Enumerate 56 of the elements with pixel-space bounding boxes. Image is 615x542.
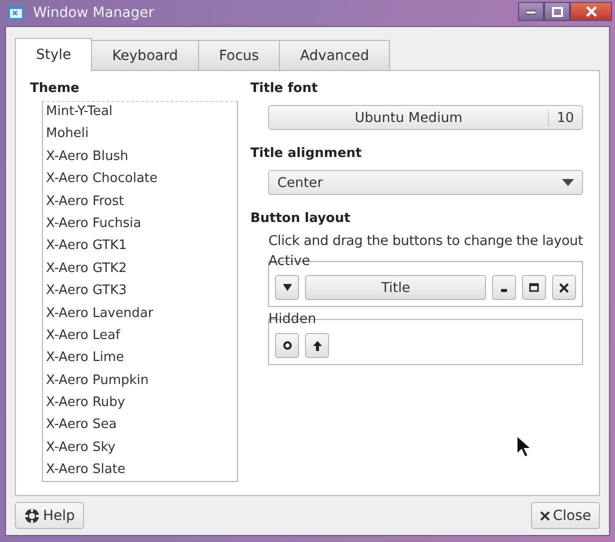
down-triangle-icon xyxy=(282,284,292,291)
minimize-icon xyxy=(526,8,536,14)
list-item[interactable]: Moheli xyxy=(46,125,234,144)
close-icon xyxy=(540,510,550,520)
tab[interactable]: Style xyxy=(15,38,92,71)
list-item[interactable]: X-Aero Sky xyxy=(46,438,234,458)
list-item[interactable]: X-Aero GTK3 xyxy=(46,282,234,301)
circle-icon xyxy=(282,341,292,350)
section-heading: Title alignment xyxy=(250,146,363,161)
list-item[interactable]: X-Aero GTK2 xyxy=(46,260,234,279)
section-heading: Button layout xyxy=(250,211,352,226)
list-item[interactable]: X-Aero Pumpkin xyxy=(46,372,234,390)
close-dialog-button[interactable]: Close xyxy=(530,502,600,529)
tab[interactable]: Keyboard xyxy=(91,40,199,70)
section-heading: Title font xyxy=(250,81,319,96)
maximize-button[interactable] xyxy=(522,275,546,300)
dropdown-arrow-icon xyxy=(562,179,574,186)
list-item[interactable]: X-Aero GTK1 xyxy=(46,237,234,256)
title-button[interactable]: Title xyxy=(305,275,486,300)
tab[interactable]: Advanced xyxy=(278,40,390,70)
up-arrow-icon xyxy=(312,340,322,350)
help-button[interactable]: Help xyxy=(15,502,84,529)
minimize-button[interactable] xyxy=(518,2,544,21)
section-heading: Theme xyxy=(30,81,80,96)
close-button[interactable] xyxy=(570,2,612,21)
list-item[interactable]: X-Aero Frost xyxy=(46,192,234,212)
list-item[interactable]: X-Aero Slate xyxy=(46,461,234,480)
minimize-button[interactable] xyxy=(492,275,516,300)
stick-button[interactable] xyxy=(275,333,300,358)
close-icon xyxy=(559,282,569,292)
maximize-icon xyxy=(529,283,539,292)
list-item[interactable]: X-Aero Lime xyxy=(46,349,234,368)
maximize-icon xyxy=(552,6,562,16)
shade-button[interactable] xyxy=(305,333,330,358)
list-item[interactable]: X-Aero Lavendar xyxy=(46,304,234,324)
alignment-dropdown[interactable]: Center xyxy=(268,170,583,195)
list-item[interactable]: X-Aero Ruby xyxy=(46,394,234,413)
list-item[interactable]: X-Aero Leaf xyxy=(46,326,234,346)
app-icon xyxy=(7,4,25,22)
window-title: Window Manager xyxy=(33,5,156,21)
list-item[interactable]: Mint-Y-Teal xyxy=(46,103,234,122)
group-label: Hidden xyxy=(268,311,318,327)
close-button[interactable] xyxy=(552,275,576,300)
list-item[interactable]: X-Aero Chocolate xyxy=(46,170,234,189)
maximize-button[interactable] xyxy=(544,2,570,21)
lifebuoy-icon xyxy=(24,508,40,524)
hint-text: Click and drag the buttons to change the layout xyxy=(268,233,583,249)
list-item[interactable]: X-Aero Sea xyxy=(46,416,234,436)
close-icon xyxy=(586,6,596,17)
group-label: Active xyxy=(268,253,312,269)
theme-list[interactable] xyxy=(42,101,238,482)
list-item[interactable]: X-Aero Fuchsia xyxy=(46,214,234,234)
tab[interactable]: Focus xyxy=(198,40,280,70)
list-item[interactable]: X-Aero Blush xyxy=(46,148,234,167)
font-button[interactable]: Ubuntu Medium 10 xyxy=(268,105,583,130)
menu-button[interactable] xyxy=(275,275,300,300)
